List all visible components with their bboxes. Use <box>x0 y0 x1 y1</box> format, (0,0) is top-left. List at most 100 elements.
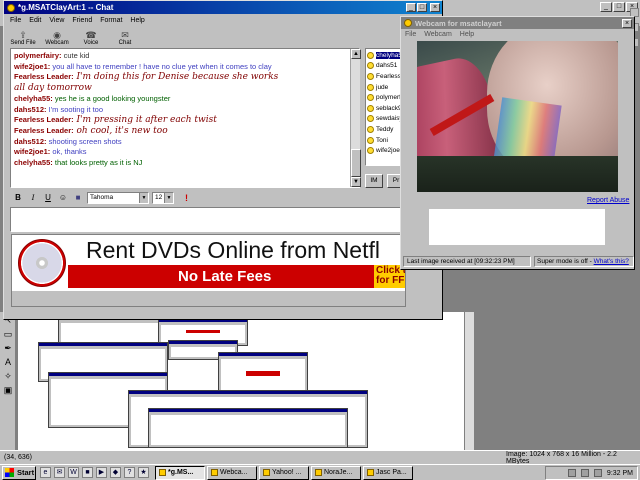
maximize-icon[interactable]: □ <box>613 2 625 12</box>
message-sender[interactable]: dahs512: <box>14 137 47 146</box>
italic-button[interactable]: I <box>27 192 39 204</box>
menu-item-file[interactable]: File <box>10 17 21 24</box>
buddy-list-item[interactable]: seblack9 <box>366 103 404 114</box>
quick-launch-icon[interactable]: W <box>68 467 79 478</box>
voice-button[interactable]: ☎ Voice <box>78 30 104 46</box>
message-sender[interactable]: chelyha55: <box>14 158 53 167</box>
message-sender[interactable]: wife2joe1: <box>14 62 50 71</box>
underline-button[interactable]: U <box>42 192 54 204</box>
webcam-button[interactable]: ◉ Webcam <box>44 30 70 46</box>
font-size-dropdown[interactable]: 12 ▼ <box>152 191 174 204</box>
buddy-list-item[interactable]: jude <box>366 82 404 93</box>
ad-banner[interactable]: Rent DVDs Online from Netfl No Late Fees… <box>11 234 406 307</box>
buddy-status-icon <box>367 147 374 155</box>
paint-tool-icon[interactable]: ▣ <box>1 384 15 396</box>
close-button[interactable]: × <box>430 3 440 12</box>
menu-item-help[interactable]: Help <box>130 17 144 24</box>
message-input[interactable] <box>10 207 406 232</box>
webcam-titlebar[interactable]: Webcam for msatclayart × <box>401 17 634 29</box>
buddy-status-icon <box>367 104 374 112</box>
message-sender[interactable]: dahs512: <box>14 105 47 114</box>
task-buttons: *g.MS... Webca... Yahoo! ... NoraJe... Jasc … <box>155 465 413 480</box>
message-text: ok, thanks <box>50 147 87 157</box>
start-button[interactable]: Start <box>2 465 36 480</box>
buddy-actions: IM Pr <box>365 174 405 188</box>
taskbar-button[interactable]: Webca... <box>207 465 257 480</box>
chat-button[interactable]: ✉ Chat <box>112 30 138 46</box>
clock[interactable]: 9:32 PM <box>607 470 633 477</box>
taskbar-button[interactable]: NoraJe... <box>311 465 361 480</box>
paint-status-bar: (34, 636) Image: 1024 x 768 x 16 Million… <box>0 450 640 465</box>
message-text: cute kid <box>61 51 90 60</box>
message-sender[interactable]: wife2joe1: <box>14 147 50 156</box>
message-sender[interactable]: Fearless Leader: <box>14 72 74 81</box>
quick-launch-icon[interactable]: ■ <box>82 467 93 478</box>
paint-tool-icon[interactable]: ✧ <box>1 370 15 382</box>
quick-launch-icon[interactable]: ? <box>124 467 135 478</box>
menu-item-view[interactable]: View <box>49 17 64 24</box>
quick-launch-icon[interactable]: ◆ <box>110 467 121 478</box>
emoticon-icon[interactable]: ☺ <box>57 192 69 204</box>
buddy-list-item[interactable]: Teddy <box>366 124 404 135</box>
chat-message: wife2joe1: ok, thanks <box>14 147 356 158</box>
report-abuse-link[interactable]: Report Abuse <box>587 197 629 204</box>
paint-tool-icon[interactable]: ▭ <box>1 328 15 340</box>
buddy-list-item[interactable]: wife2joe1 <box>366 145 404 156</box>
menu-item-edit[interactable]: Edit <box>29 17 41 24</box>
menu-item-friend[interactable]: Friend <box>72 17 92 24</box>
buddy-list-item[interactable]: Fearless <box>366 71 404 82</box>
network-icon[interactable] <box>567 469 576 477</box>
taskbar-button[interactable]: *g.MS... <box>155 465 205 480</box>
menu-item-format[interactable]: Format <box>100 17 122 24</box>
chat-titlebar[interactable]: *g.MSATClayArt:1 -- Chat _ □ × <box>4 1 442 14</box>
send-file-button[interactable]: ⇪ Send File <box>10 30 36 46</box>
buddy-status-icon <box>367 51 374 59</box>
chat-message: Fearless Leader: I'm pressing it after e… <box>14 115 356 126</box>
buddy-list-item[interactable]: Toni <box>366 135 404 146</box>
paint-tool-icon[interactable]: ✒ <box>1 342 15 354</box>
im-button[interactable]: IM <box>365 174 383 188</box>
volume-icon[interactable] <box>580 469 589 477</box>
taskbar-button[interactable]: Jasc Pa... <box>363 465 413 480</box>
message-sender[interactable]: Fearless Leader: <box>14 126 74 135</box>
scroll-up-icon[interactable]: ▲ <box>351 49 361 59</box>
quick-launch-icon[interactable]: ✉ <box>54 467 65 478</box>
message-sender[interactable]: Fearless Leader: <box>14 115 74 124</box>
minimize-button[interactable]: _ <box>406 3 416 12</box>
buddy-list-item[interactable]: chelyha55 <box>366 50 404 61</box>
taskbar-button[interactable]: Yahoo! ... <box>259 465 309 480</box>
font-dropdown[interactable]: Tahoma ▼ <box>87 191 149 204</box>
task-app-icon <box>159 469 166 476</box>
webcam-menu-item-webcam[interactable]: Webcam <box>424 31 452 38</box>
ad-subline: No Late Fees <box>178 268 272 285</box>
message-sender[interactable]: polymerfairy: <box>14 51 62 60</box>
close-button[interactable]: × <box>622 18 632 28</box>
chat-scrollbar[interactable]: ▲ ▼ <box>350 49 361 187</box>
message-sender[interactable]: chelyha55: <box>14 94 53 103</box>
webcam-menu-item-help[interactable]: Help <box>460 31 474 38</box>
paint-canvas[interactable] <box>18 312 464 450</box>
buddy-list-item[interactable]: sewdaisy <box>366 114 404 125</box>
paint-tool-icon[interactable]: A <box>1 356 15 368</box>
canvas-scrollbar[interactable] <box>464 312 474 450</box>
chat-transcript[interactable]: polymerfairy: cute kid wife2joe1: you all… <box>10 48 360 188</box>
messenger-tray-icon[interactable] <box>593 469 602 477</box>
buddy-list-item[interactable]: dahs51 <box>366 61 404 72</box>
toolbar-label: Chat <box>118 40 132 46</box>
minimize-icon[interactable]: _ <box>600 2 612 12</box>
dvd-disc-icon <box>18 239 66 287</box>
scroll-down-icon[interactable]: ▼ <box>351 177 361 187</box>
scroll-thumb[interactable] <box>351 149 361 177</box>
maximize-button[interactable]: □ <box>417 3 427 12</box>
quick-launch-icon[interactable]: e <box>40 467 51 478</box>
room-buddy-list[interactable]: chelyha55 dahs51 Fearless jude polymerfa sebl… <box>365 48 405 166</box>
quick-launch-icon[interactable]: ▶ <box>96 467 107 478</box>
alert-icon[interactable]: ! <box>185 193 188 203</box>
quick-launch-icon[interactable]: ★ <box>138 467 149 478</box>
bold-button[interactable]: B <box>12 192 24 204</box>
color-picker-icon[interactable]: ■ <box>72 192 84 204</box>
buddy-list-item[interactable]: polymerfa <box>366 92 404 103</box>
whats-this-link[interactable]: What's this? <box>594 258 629 265</box>
webcam-menu-item-file[interactable]: File <box>405 31 416 38</box>
taskbar-button-label: Jasc Pa... <box>376 468 407 476</box>
